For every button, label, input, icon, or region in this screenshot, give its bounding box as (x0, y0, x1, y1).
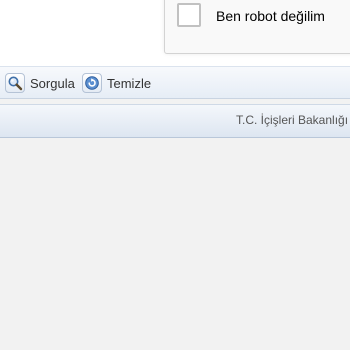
query-button-label: Sorgula (30, 75, 75, 91)
query-button[interactable]: Sorgula (5, 72, 75, 94)
clear-button[interactable]: Temizle (82, 72, 151, 94)
recaptcha-checkbox[interactable] (177, 3, 201, 27)
form-toolbar: Sorgula Temizle (0, 66, 350, 99)
recaptcha-widget: Ben robot değilim (164, 0, 350, 54)
magnifier-icon (5, 73, 25, 93)
page-viewport: Ben robot değilim Sorgula Temizle T.C. İ… (0, 0, 350, 350)
clear-button-label: Temizle (107, 75, 152, 91)
refresh-icon (82, 73, 102, 93)
footer-text: T.C. İçişleri Bakanlığı - (236, 113, 350, 127)
captcha-area: Ben robot değilim (0, 0, 350, 66)
page-background (0, 138, 350, 350)
recaptcha-label: Ben robot değilim (216, 8, 325, 24)
footer-bar: T.C. İçişleri Bakanlığı - (0, 104, 350, 138)
